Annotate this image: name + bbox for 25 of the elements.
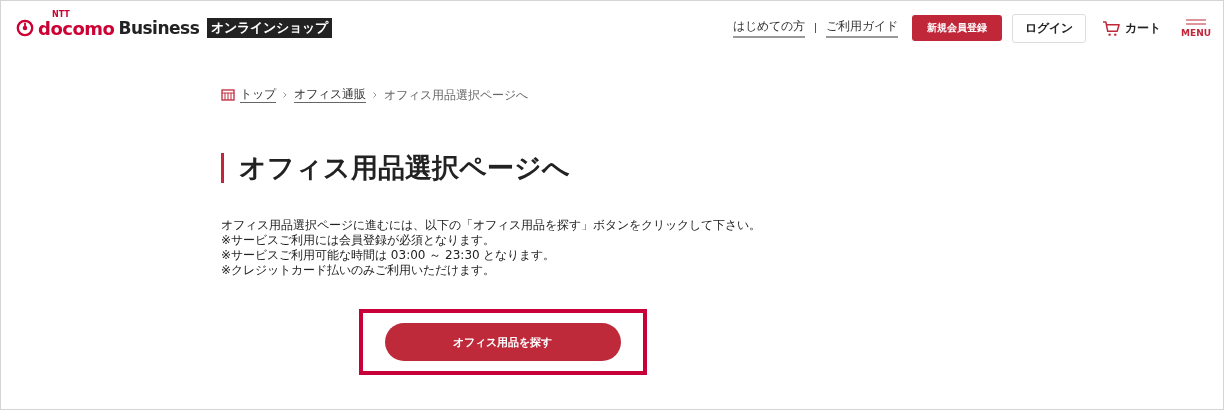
find-supplies-button[interactable]: オフィス用品を探す [384, 323, 621, 361]
description-text: オフィス用品選択ページに進むには、以下の「オフィス用品を探す」ボタンをクリックして下さい。 [221, 217, 762, 233]
brand-small-text: NTT [52, 9, 70, 19]
breadcrumb-current: オフィス用品選択ページへ [384, 87, 528, 103]
header-link[interactable]: ご利用ガイド [826, 18, 899, 38]
breadcrumb-link[interactable]: トップ [240, 87, 276, 103]
menu-button[interactable]: MENU [1181, 18, 1211, 38]
shop-icon [221, 89, 235, 101]
chevron-icon [373, 92, 377, 98]
note-text: ※サービスご利用可能な時間は 03:00 ～ 23:30 となります。 [221, 248, 557, 263]
header-link[interactable]: はじめての方 [733, 18, 806, 38]
logo-icon [16, 19, 34, 37]
cart-link[interactable]: カート [1102, 19, 1162, 37]
login-button[interactable]: ログイン [1012, 13, 1087, 43]
cart-icon [1102, 19, 1122, 37]
chevron-icon [283, 92, 287, 98]
shop-badge: オンラインショップ [207, 18, 333, 38]
note-text: ※サービスご利用には会員登録が必須となります。 [221, 233, 497, 248]
brand-name: docomo [38, 17, 115, 39]
menu-icon [1186, 18, 1206, 25]
register-button[interactable]: 新規会員登録 [912, 15, 1003, 41]
breadcrumb-link[interactable]: オフィス通販 [294, 87, 366, 103]
brand-suffix: Business [118, 18, 200, 38]
note-text: ※クレジットカード払いのみご利用いただけます。 [221, 263, 497, 278]
page-title: オフィス用品選択ページへ [221, 153, 1223, 183]
